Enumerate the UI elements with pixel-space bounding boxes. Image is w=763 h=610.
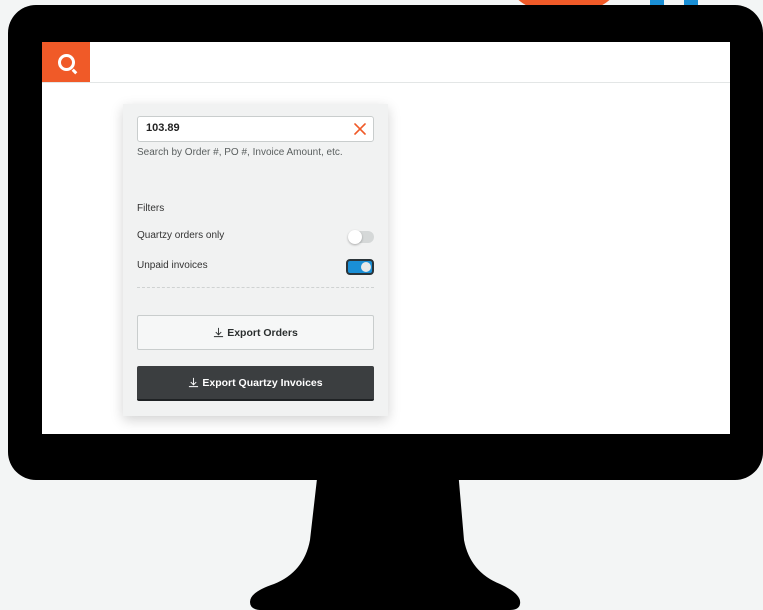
- filter-quartzy-orders-only: Quartzy orders only: [137, 228, 374, 246]
- toggle-knob: [361, 262, 371, 272]
- screen: 103.89 Search by Order #, PO #, Invoice …: [42, 42, 730, 434]
- divider: [137, 287, 374, 288]
- search-input[interactable]: 103.89: [137, 116, 374, 142]
- quartzy-q-logo-icon: [57, 53, 75, 71]
- toggle-knob: [348, 230, 362, 244]
- filter-label: Unpaid invoices: [137, 260, 208, 271]
- quartzy-orders-only-toggle[interactable]: [348, 230, 374, 244]
- top-navigation-bar: [42, 42, 730, 83]
- unpaid-invoices-toggle[interactable]: [346, 259, 374, 275]
- search-input-value: 103.89: [146, 122, 180, 134]
- close-icon[interactable]: [352, 121, 368, 137]
- search-filter-panel: 103.89 Search by Order #, PO #, Invoice …: [123, 104, 388, 416]
- download-icon: [214, 327, 224, 338]
- filter-label: Quartzy orders only: [137, 230, 225, 241]
- quartzy-logo[interactable]: [42, 42, 90, 82]
- download-icon: [189, 377, 199, 388]
- export-invoices-label: Export Quartzy Invoices: [202, 376, 323, 389]
- search-hint-text: Search by Order #, PO #, Invoice Amount,…: [137, 147, 343, 158]
- filters-heading: Filters: [137, 203, 165, 214]
- export-orders-button[interactable]: Export Orders: [137, 315, 374, 350]
- export-orders-label: Export Orders: [227, 326, 298, 339]
- export-quartzy-invoices-button[interactable]: Export Quartzy Invoices: [137, 366, 374, 401]
- filter-unpaid-invoices: Unpaid invoices: [137, 258, 374, 276]
